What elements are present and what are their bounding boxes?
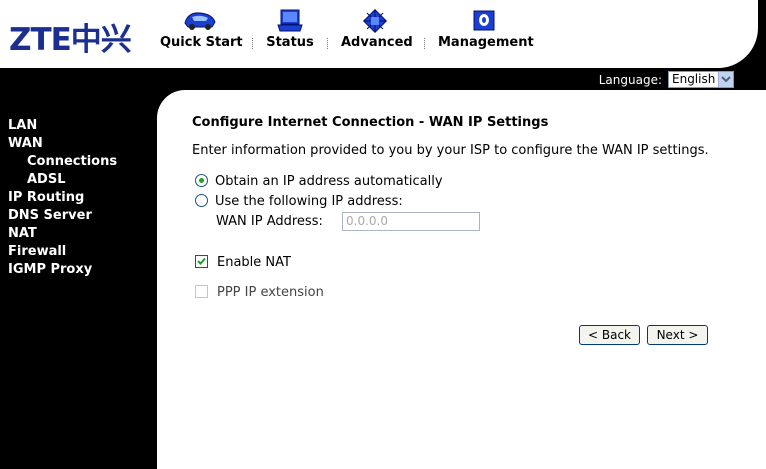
sidebar-item-ip-routing[interactable]: IP Routing <box>8 189 117 207</box>
language-label: Language: <box>598 73 662 87</box>
sidebar-item-adsl[interactable]: ADSL <box>8 171 117 189</box>
nav-label: Advanced <box>341 35 413 50</box>
language-select[interactable]: English <box>668 71 734 88</box>
checkmark-icon <box>197 257 206 265</box>
nav-management[interactable]: Management <box>438 0 534 60</box>
header: ZTE中兴 Quick Start Status Advanced Manage… <box>0 0 766 70</box>
nav-separator <box>327 38 328 49</box>
nav-quick-start[interactable]: Quick Start <box>160 0 243 60</box>
dropdown-arrow-button[interactable] <box>718 72 733 87</box>
radio-auto-label: Obtain an IP address automatically <box>215 174 443 189</box>
wan-ip-label: WAN IP Address: <box>216 214 323 229</box>
zte-logo: ZTE中兴 <box>9 22 132 58</box>
back-button[interactable]: < Back <box>579 325 640 345</box>
car-icon <box>184 12 216 30</box>
sidebar-item-connections[interactable]: Connections <box>8 153 117 171</box>
chevron-down-icon <box>721 76 731 83</box>
enable-nat-checkbox[interactable] <box>195 255 208 268</box>
sidebar-item-wan[interactable]: WAN <box>8 135 117 153</box>
radio-row-static: Use the following IP address: <box>195 194 403 209</box>
ppp-ip-extension-checkbox[interactable] <box>195 285 208 298</box>
nav-advanced[interactable]: Advanced <box>341 0 413 60</box>
radio-row-auto: Obtain an IP address automatically <box>195 174 443 189</box>
nav-separator <box>252 38 253 49</box>
chip-icon <box>362 8 388 34</box>
nav-separator <box>424 38 425 49</box>
nav-label: Quick Start <box>160 35 243 50</box>
sidebar-item-lan[interactable]: LAN <box>8 117 117 135</box>
radio-obtain-auto[interactable] <box>195 174 208 187</box>
radio-use-static[interactable] <box>195 194 208 207</box>
next-button[interactable]: Next > <box>647 325 708 345</box>
book-icon <box>473 10 495 31</box>
radio-static-label: Use the following IP address: <box>215 194 403 209</box>
main-content: Configure Internet Connection - WAN IP S… <box>157 90 766 469</box>
wan-ip-input[interactable]: 0.0.0.0 <box>342 212 480 231</box>
nav-label: Status <box>266 35 314 50</box>
ppp-ip-extension-row: PPP IP extension <box>195 285 324 300</box>
nav-status[interactable]: Status <box>266 0 314 60</box>
page-title: Configure Internet Connection - WAN IP S… <box>192 115 549 130</box>
language-value: English <box>672 72 716 86</box>
page-description: Enter information provided to you by you… <box>192 143 709 158</box>
sidebar-item-igmp-proxy[interactable]: IGMP Proxy <box>8 261 117 279</box>
sidebar-item-dns-server[interactable]: DNS Server <box>8 207 117 225</box>
sidebar-item-nat[interactable]: NAT <box>8 225 117 243</box>
laptop-icon <box>277 9 303 32</box>
sidebar-item-firewall[interactable]: Firewall <box>8 243 117 261</box>
ppp-ip-extension-label: PPP IP extension <box>217 285 324 300</box>
enable-nat-label: Enable NAT <box>217 255 291 270</box>
sidebar: LAN WAN Connections ADSL IP Routing DNS … <box>8 117 117 279</box>
nav-label: Management <box>438 35 534 50</box>
enable-nat-row: Enable NAT <box>195 255 291 270</box>
